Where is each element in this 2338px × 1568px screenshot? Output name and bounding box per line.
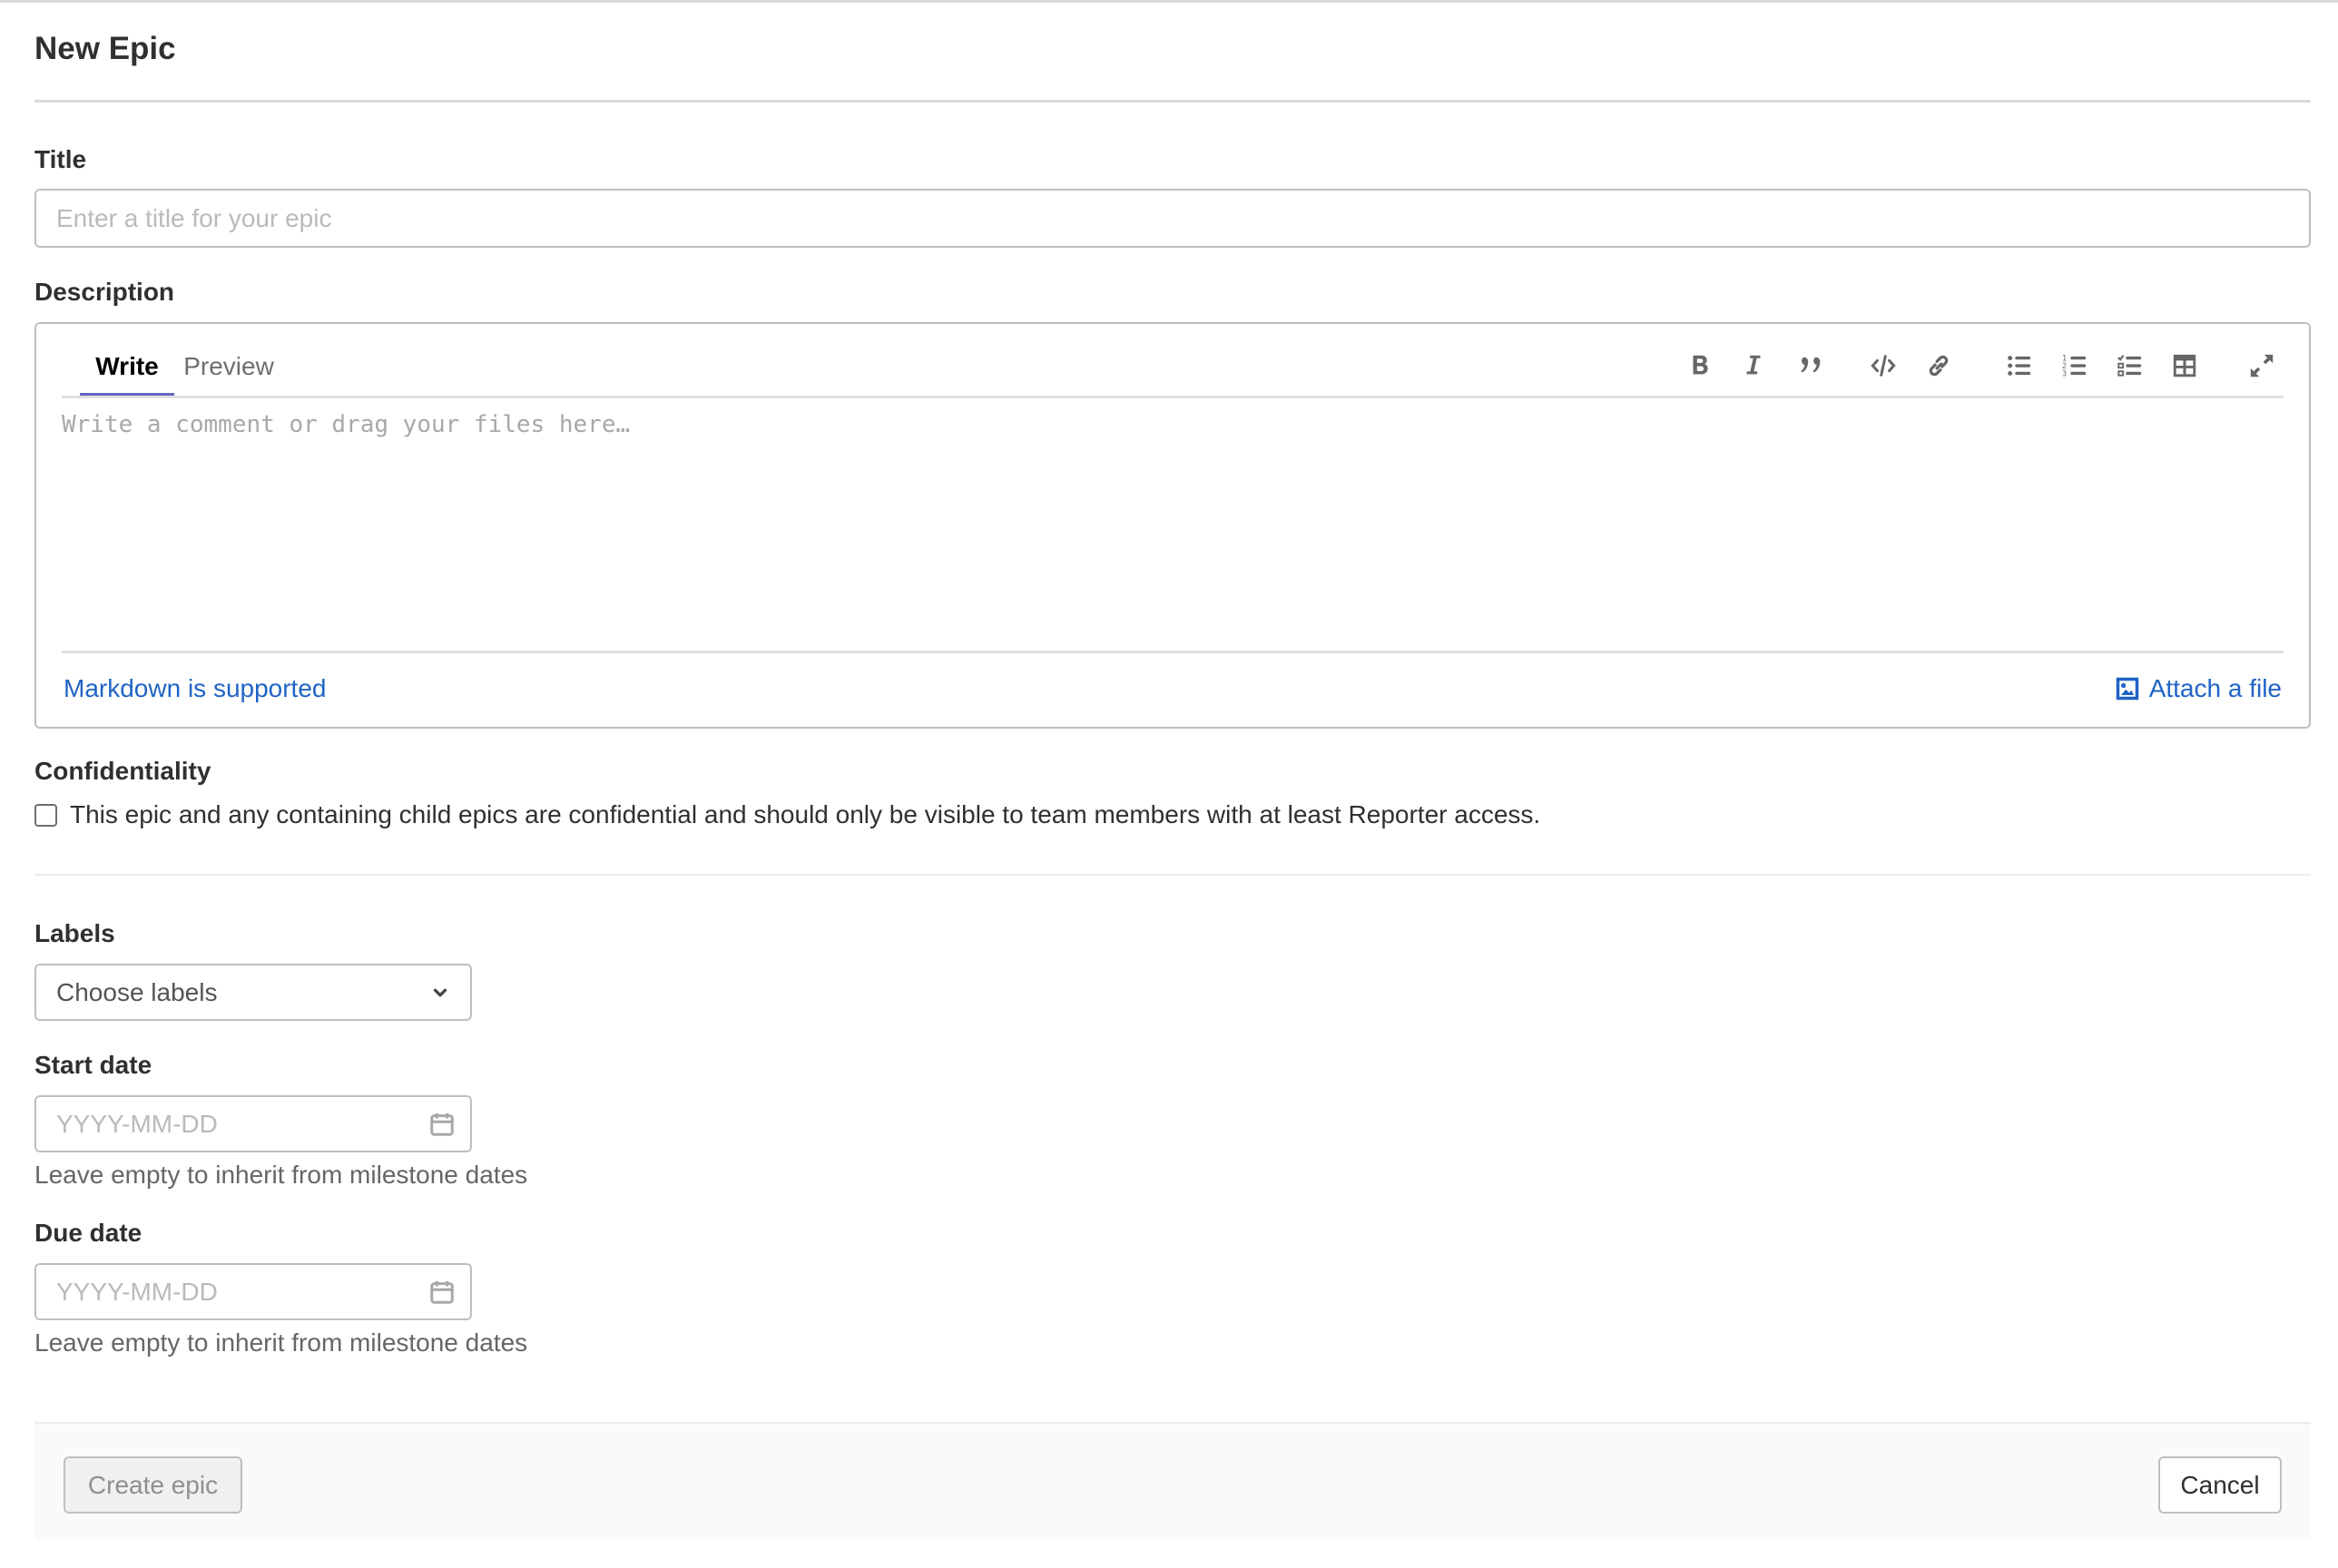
numbered-list-button[interactable]: 123 bbox=[2055, 346, 2095, 386]
description-editor: Write Preview 123 Markdown is supported … bbox=[34, 322, 2311, 729]
code-icon bbox=[1871, 355, 1896, 377]
attach-file-label: Attach a file bbox=[2148, 674, 2282, 702]
form-actions: Create epic Cancel bbox=[34, 1422, 2311, 1540]
section-divider bbox=[34, 874, 2311, 876]
description-textarea[interactable] bbox=[62, 411, 2284, 638]
bold-button[interactable] bbox=[1680, 346, 1720, 386]
italic-button[interactable] bbox=[1734, 346, 1773, 386]
table-button[interactable] bbox=[2165, 346, 2205, 386]
italic-icon bbox=[1746, 355, 1761, 375]
confidentiality-checkbox[interactable] bbox=[34, 803, 57, 827]
due-date-field bbox=[34, 1263, 472, 1320]
confidentiality-text: This epic and any containing child epics… bbox=[70, 800, 1541, 828]
quote-button[interactable] bbox=[1791, 346, 1831, 386]
task-list-icon bbox=[2117, 355, 2142, 377]
due-date-hint: Leave empty to inherit from milestone da… bbox=[34, 1328, 528, 1357]
start-date-input[interactable] bbox=[56, 1109, 401, 1139]
start-date-hint: Leave empty to inherit from milestone da… bbox=[34, 1161, 528, 1189]
tab-write[interactable]: Write bbox=[80, 344, 174, 397]
top-border bbox=[0, 0, 2338, 3]
link-button[interactable] bbox=[1919, 346, 1959, 386]
numbered-list-icon: 123 bbox=[2062, 353, 2087, 377]
due-date-label: Due date bbox=[34, 1219, 142, 1247]
title-input[interactable] bbox=[34, 189, 2311, 248]
fullscreen-button[interactable] bbox=[2242, 346, 2282, 386]
start-date-label: Start date bbox=[34, 1051, 152, 1079]
labels-dropdown-value: Choose labels bbox=[56, 977, 218, 1006]
task-list-button[interactable] bbox=[2110, 346, 2150, 386]
page-title: New Epic bbox=[34, 31, 176, 66]
due-date-input[interactable] bbox=[56, 1277, 401, 1307]
attach-file-button[interactable]: Attach a file bbox=[2115, 674, 2282, 703]
svg-text:3: 3 bbox=[2062, 368, 2067, 377]
table-icon bbox=[2173, 354, 2196, 377]
code-button[interactable] bbox=[1863, 346, 1903, 386]
quote-icon bbox=[1801, 357, 1821, 373]
calendar-icon[interactable] bbox=[428, 1279, 456, 1306]
image-icon bbox=[2116, 677, 2138, 701]
bulleted-list-button[interactable] bbox=[1999, 346, 2039, 386]
start-date-field bbox=[34, 1095, 472, 1152]
description-label: Description bbox=[34, 278, 175, 306]
labels-label: Labels bbox=[34, 919, 115, 947]
bold-icon bbox=[1693, 355, 1708, 375]
link-icon bbox=[1929, 355, 1949, 377]
confidentiality-label: Confidentiality bbox=[34, 757, 211, 785]
tabs-divider bbox=[62, 396, 2284, 398]
markdown-help-link[interactable]: Markdown is supported bbox=[64, 674, 326, 703]
chevron-down-icon bbox=[433, 988, 447, 996]
title-label: Title bbox=[34, 145, 87, 173]
fullscreen-icon bbox=[2250, 354, 2274, 377]
cancel-button[interactable]: Cancel bbox=[2158, 1456, 2282, 1514]
tab-preview[interactable]: Preview bbox=[174, 344, 283, 397]
editor-footer-divider bbox=[62, 651, 2284, 653]
confidentiality-option: This epic and any containing child epics… bbox=[34, 800, 1540, 829]
calendar-icon[interactable] bbox=[428, 1111, 456, 1138]
create-epic-button[interactable]: Create epic bbox=[64, 1456, 242, 1514]
labels-dropdown[interactable]: Choose labels bbox=[34, 964, 472, 1021]
title-divider bbox=[34, 100, 2311, 103]
bulleted-list-icon bbox=[2008, 356, 2031, 376]
